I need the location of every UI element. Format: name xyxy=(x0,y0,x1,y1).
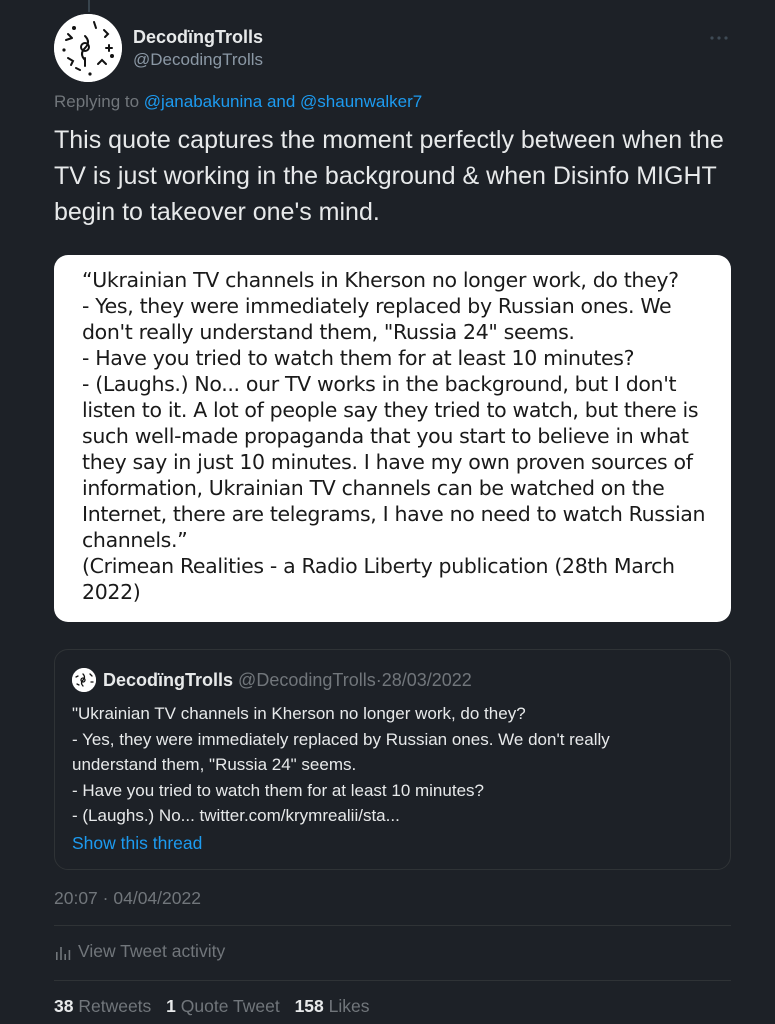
engagement-stats: 38 Retweets 1 Quote Tweet 158 Likes xyxy=(54,996,380,1017)
bar-chart-icon xyxy=(56,946,71,960)
quote-tweets-count: 1 xyxy=(166,996,176,1016)
quoted-author-name: DecodïngTrolls xyxy=(103,670,234,690)
likes-stat[interactable]: 158 Likes xyxy=(295,996,370,1016)
replying-to: Replying to @janabakunina and @shaunwalk… xyxy=(54,92,422,112)
quote-image-line: - Have you tried to watch them for at le… xyxy=(82,346,635,370)
quote-image-line: (Crimean Realities - a Radio Liberty pub… xyxy=(82,554,675,578)
quoted-text-line: - Yes, they were immediately replaced by… xyxy=(72,729,610,749)
view-tweet-activity-label: View Tweet activity xyxy=(78,941,226,961)
quoted-text-line: understand them, "Russia 24" seems. xyxy=(72,755,357,774)
more-dots-icon[interactable] xyxy=(708,27,730,49)
quote-image[interactable]: “Ukrainian TV channels in Kherson no lon… xyxy=(54,255,731,622)
quote-image-line: such well-made propaganda that you start… xyxy=(82,424,689,448)
tweet-text: This quote captures the moment perfectly… xyxy=(54,126,724,226)
quote-image-line: information, Ukrainian TV channels can b… xyxy=(82,476,665,500)
quote-image-line: they say in just 10 minutes. I have my o… xyxy=(82,450,693,474)
avatar[interactable] xyxy=(54,14,122,82)
tweet-date: 04/04/2022 xyxy=(113,888,201,908)
quote-tweets-label: Quote Tweet xyxy=(180,996,280,1016)
quote-image-line: “Ukrainian TV channels in Kherson no lon… xyxy=(82,268,679,292)
quoted-text-line: "Ukrainian TV channels in Kherson no lon… xyxy=(72,704,526,723)
mention-link-janabakunina[interactable]: @janabakunina xyxy=(144,92,262,111)
tweet-timestamp[interactable]: 20:07 · 04/04/2022 xyxy=(54,888,201,909)
quoted-avatar-logo-icon xyxy=(72,668,96,692)
quote-image-line: listen to it. A lot of people say they t… xyxy=(82,398,699,422)
quote-image-line: - Yes, they were immediately replaced by… xyxy=(82,294,672,318)
quoted-text: "Ukrainian TV channels in Kherson no lon… xyxy=(72,701,722,829)
quote-tweets-stat[interactable]: 1 Quote Tweet xyxy=(166,996,280,1016)
quoted-header: DecodïngTrolls @DecodingTrolls·28/03/202… xyxy=(103,668,472,692)
likes-count: 158 xyxy=(294,996,324,1016)
quote-image-line: don't really understand them, "Russia 24… xyxy=(82,320,575,344)
thread-connector-line xyxy=(88,0,90,12)
retweets-count: 38 xyxy=(54,996,74,1016)
quoted-author-handle: @DecodingTrolls xyxy=(238,670,376,690)
quoted-date: 28/03/2022 xyxy=(381,670,472,690)
author-handle[interactable]: @DecodingTrolls xyxy=(133,50,263,70)
quoted-text-line: - Have you tried to watch them for at le… xyxy=(72,780,484,800)
divider xyxy=(54,925,731,926)
retweets-stat[interactable]: 38 Retweets xyxy=(54,996,151,1016)
quote-image-line: - (Laughs.) No... our TV works in the ba… xyxy=(82,372,677,396)
quoted-text-line: - (Laughs.) No... twitter.com/krymrealii… xyxy=(72,806,400,825)
replying-prefix: Replying to xyxy=(54,92,140,111)
mention-joiner: and xyxy=(266,92,296,111)
show-thread-link[interactable]: Show this thread xyxy=(72,833,202,854)
likes-label: Likes xyxy=(328,996,370,1016)
divider xyxy=(54,980,731,981)
retweets-label: Retweets xyxy=(78,996,152,1016)
quoted-tweet-card[interactable]: DecodïngTrolls @DecodingTrolls·28/03/202… xyxy=(54,649,731,870)
avatar-logo-icon xyxy=(54,14,122,82)
author-name[interactable]: DecodïngTrolls xyxy=(133,27,263,48)
quoted-avatar xyxy=(72,668,96,692)
timestamp-separator: · xyxy=(102,888,109,908)
quote-image-line: channels.” xyxy=(82,528,188,552)
mention-link-shaunwalker7[interactable]: @shaunwalker7 xyxy=(300,92,422,111)
view-tweet-activity-link[interactable]: View Tweet activity xyxy=(54,941,225,962)
quote-image-line: 2022) xyxy=(82,580,141,604)
quote-image-line: Internet, there are telegrams, I have no… xyxy=(82,502,706,526)
tweet-time: 20:07 xyxy=(54,888,98,908)
